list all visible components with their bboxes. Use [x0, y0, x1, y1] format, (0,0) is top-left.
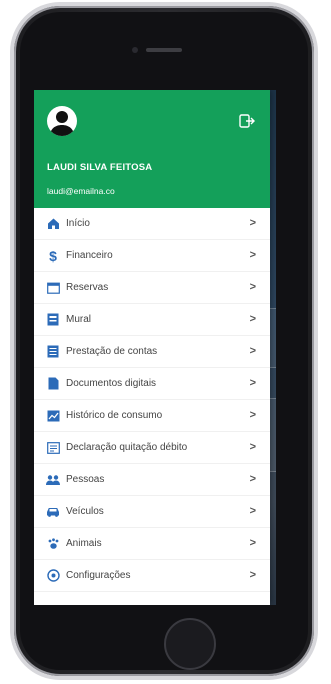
chevron-right-icon: >: [249, 569, 256, 581]
user-name: LAUDI SILVA FEITOSA: [47, 162, 153, 173]
home-icon: [46, 217, 60, 231]
menu-item-documentos-digitais[interactable]: Documentos digitais >: [34, 368, 270, 400]
menu-item-reservas[interactable]: Reservas >: [34, 272, 270, 304]
chevron-right-icon: >: [249, 345, 256, 357]
avatar[interactable]: [47, 106, 77, 136]
menu-item-label: Reservas: [66, 282, 109, 293]
menu-item-configuracoes[interactable]: Configurações >: [34, 560, 270, 592]
menu-item-label: Início: [66, 218, 90, 229]
user-email: laudi@emailna.co: [47, 186, 115, 196]
menu-item-historico-de-consumo[interactable]: Histórico de consumo >: [34, 400, 270, 432]
chevron-right-icon: >: [249, 537, 256, 549]
menu-item-financeiro[interactable]: $ Financeiro >: [34, 240, 270, 272]
chevron-right-icon: >: [249, 441, 256, 453]
menu-item-label: Financeiro: [66, 250, 113, 261]
board-icon: [46, 313, 60, 327]
chart-icon: [46, 409, 60, 423]
earpiece-speaker: [146, 48, 182, 52]
chevron-right-icon: >: [249, 409, 256, 421]
menu-item-label: Prestação de contas: [66, 346, 158, 357]
drawer-header: LAUDI SILVA FEITOSA laudi@emailna.co: [34, 90, 270, 208]
menu-item-inicio[interactable]: Início >: [34, 208, 270, 240]
menu-item-label: Mural: [66, 314, 92, 325]
chevron-right-icon: >: [249, 281, 256, 293]
user-avatar-icon: [50, 111, 74, 136]
chevron-right-icon: >: [249, 505, 256, 517]
ledger-icon: [46, 345, 60, 359]
logout-icon[interactable]: [238, 112, 256, 130]
menu-item-label: Pessoas: [66, 474, 105, 485]
navigation-drawer: LAUDI SILVA FEITOSA laudi@emailna.co Iní…: [34, 90, 270, 605]
menu-item-mural[interactable]: Mural >: [34, 304, 270, 336]
chevron-right-icon: >: [249, 249, 256, 261]
menu-list: Início > $ Financeiro > Reservas > Mural: [34, 208, 270, 592]
app-screen: LAUDI SILVA FEITOSA laudi@emailna.co Iní…: [34, 90, 276, 605]
menu-item-label: Histórico de consumo: [66, 410, 163, 421]
chevron-right-icon: >: [249, 377, 256, 389]
menu-item-prestacao-de-contas[interactable]: Prestação de contas >: [34, 336, 270, 368]
people-icon: [46, 473, 60, 487]
receipt-icon: [46, 441, 60, 455]
menu-item-animais[interactable]: Animais >: [34, 528, 270, 560]
dollar-icon: $: [49, 247, 57, 264]
menu-item-label: Declaração quitação débito: [66, 442, 188, 453]
menu-item-label: Veículos: [66, 506, 104, 517]
paw-icon: [46, 537, 60, 551]
car-icon: [46, 505, 60, 519]
home-button[interactable]: [164, 618, 216, 670]
menu-item-declaracao-quitacao-debito[interactable]: Declaração quitação débito >: [34, 432, 270, 464]
calendar-icon: [46, 281, 60, 295]
chevron-right-icon: >: [249, 473, 256, 485]
menu-item-label: Documentos digitais: [66, 378, 157, 389]
chevron-right-icon: >: [249, 313, 256, 325]
menu-item-label: Configurações: [66, 570, 131, 581]
menu-item-pessoas[interactable]: Pessoas >: [34, 464, 270, 496]
menu-item-veiculos[interactable]: Veículos >: [34, 496, 270, 528]
chevron-right-icon: >: [249, 217, 256, 229]
settings-icon: [46, 569, 60, 583]
document-icon: [46, 377, 60, 391]
menu-item-label: Animais: [66, 538, 102, 549]
front-camera: [132, 47, 138, 53]
